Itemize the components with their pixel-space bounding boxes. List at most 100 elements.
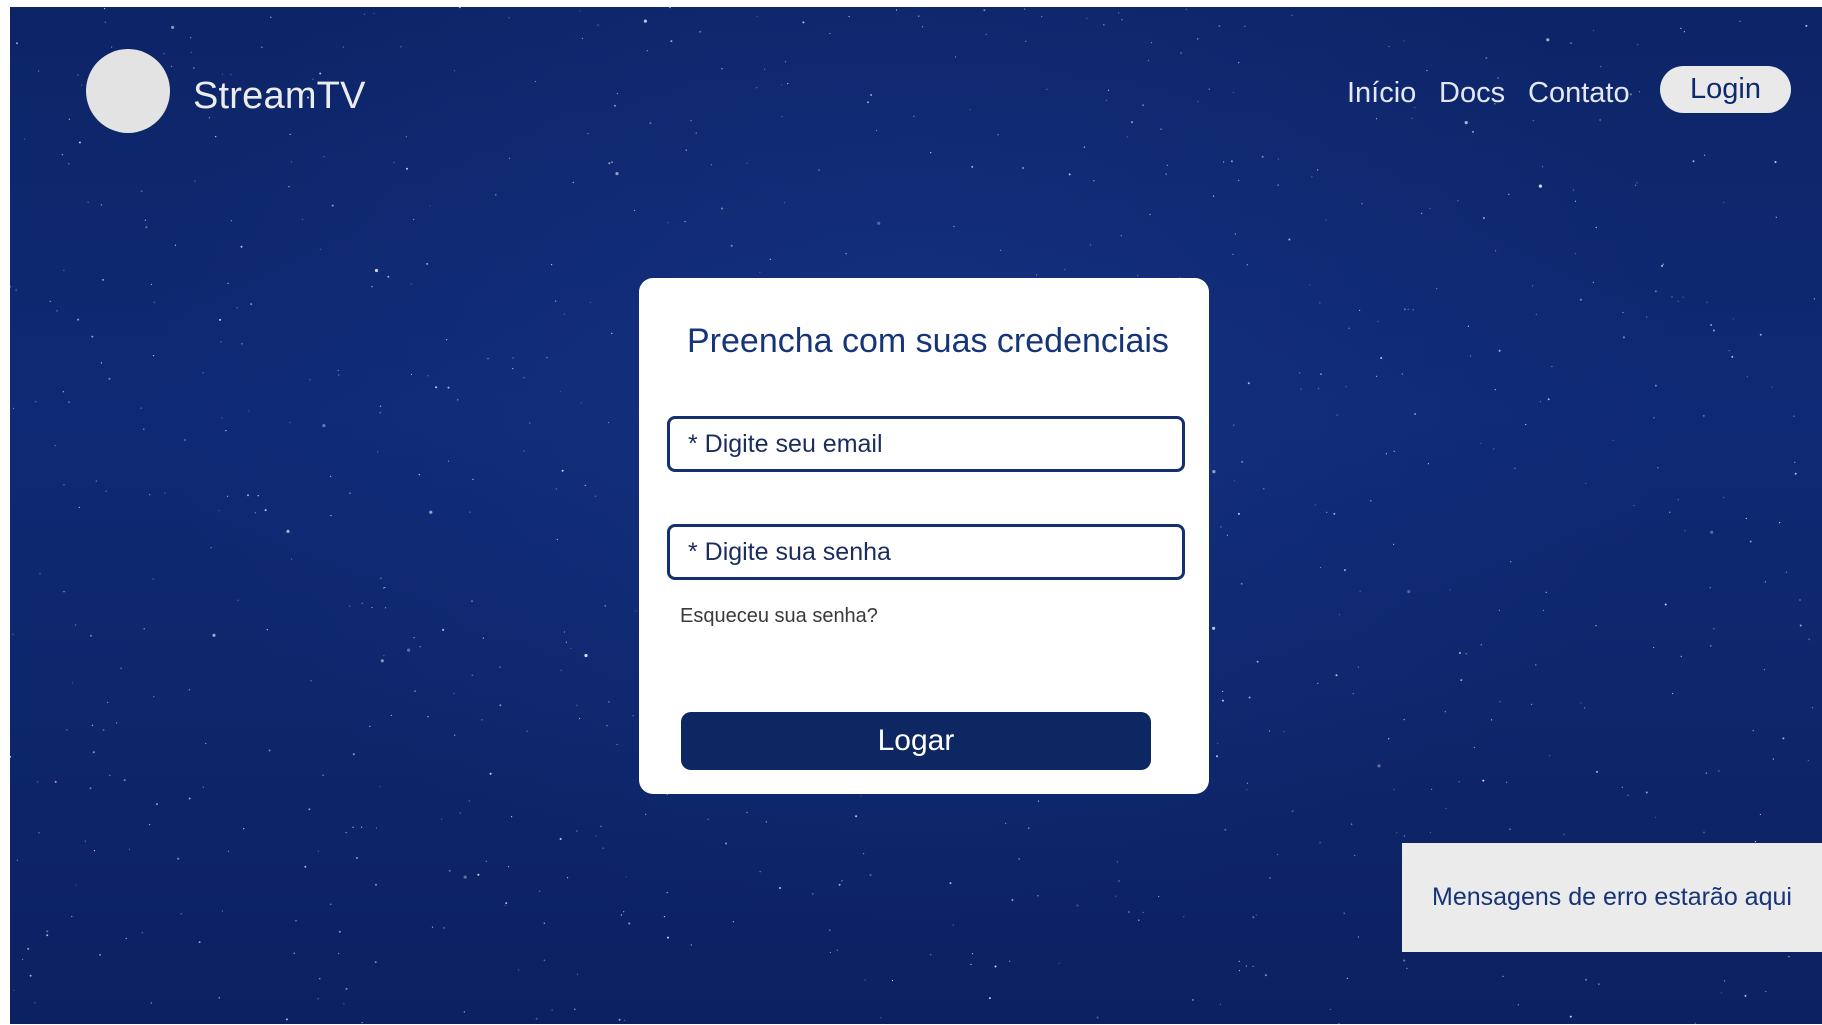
star-dot: [472, 478, 474, 480]
star-dot: [602, 847, 604, 849]
star-dot: [290, 161, 292, 163]
star-dot: [1493, 448, 1495, 450]
star-dot: [667, 936, 669, 939]
star-dot: [512, 357, 514, 359]
star-dot: [495, 194, 497, 196]
submit-login-button[interactable]: Logar: [681, 712, 1151, 770]
star-dot: [1385, 453, 1387, 455]
star-dot: [342, 46, 344, 48]
star-dot: [1407, 590, 1411, 594]
star-dot: [105, 490, 107, 492]
star-dot: [188, 689, 190, 691]
star-dot: [1121, 19, 1123, 21]
star-dot: [1380, 357, 1383, 359]
star-dot: [623, 1019, 626, 1021]
star-dot: [1277, 184, 1280, 187]
star-dot: [93, 850, 96, 852]
star-dot: [845, 253, 847, 255]
star-dot: [330, 903, 332, 905]
logo-icon[interactable]: [86, 49, 170, 133]
star-dot: [150, 283, 153, 285]
login-button[interactable]: Login: [1660, 66, 1791, 113]
star-dot: [383, 655, 385, 657]
star-dot: [140, 407, 142, 409]
star-dot: [769, 258, 771, 260]
star-dot: [1216, 755, 1218, 758]
star-dot: [1403, 835, 1405, 837]
star-dot: [322, 774, 324, 776]
email-field[interactable]: [667, 416, 1185, 472]
star-dot: [84, 840, 86, 842]
star-dot: [499, 666, 501, 668]
forgot-password-link[interactable]: Esqueceu sua senha?: [680, 605, 878, 628]
star-dot: [375, 827, 377, 829]
star-dot: [1723, 496, 1725, 498]
star-dot: [1569, 1015, 1572, 1018]
star-dot: [140, 190, 143, 193]
star-dot: [1794, 472, 1797, 475]
star-dot: [1724, 980, 1726, 982]
star-dot: [1018, 857, 1021, 860]
star-dot: [523, 377, 525, 379]
star-dot: [1131, 121, 1133, 124]
star-dot: [1212, 470, 1216, 474]
star-dot: [34, 1002, 36, 1004]
star-dot: [1574, 200, 1577, 202]
star-dot: [922, 26, 924, 28]
star-dot: [1064, 269, 1066, 271]
star-dot: [1595, 226, 1597, 229]
star-dot: [1579, 298, 1582, 301]
star-dot: [343, 1003, 345, 1005]
star-dot: [561, 469, 564, 472]
star-dot: [1246, 782, 1248, 784]
star-dot: [699, 30, 702, 33]
star-dot: [1406, 967, 1408, 969]
nav-link-docs[interactable]: Docs: [1439, 77, 1505, 110]
star-dot: [1427, 463, 1429, 465]
nav-link-inicio[interactable]: Início: [1347, 77, 1416, 110]
star-dot: [1677, 300, 1679, 302]
star-dot: [1241, 460, 1244, 463]
star-dot: [379, 577, 382, 580]
star-dot: [1517, 1004, 1519, 1006]
star-dot: [1807, 759, 1809, 762]
star-dot: [512, 367, 514, 370]
star-dot: [331, 204, 334, 207]
star-dot: [1255, 914, 1257, 916]
login-card: Preencha com suas credenciais Esqueceu s…: [639, 278, 1209, 794]
star-dot: [1237, 512, 1240, 515]
star-dot: [1183, 916, 1185, 918]
star-dot: [1444, 711, 1446, 713]
password-field[interactable]: [667, 524, 1185, 580]
star-dot: [1076, 904, 1079, 907]
star-dot: [227, 495, 229, 497]
star-dot: [1473, 746, 1475, 749]
brand-name[interactable]: StreamTV: [193, 75, 366, 118]
star-dot: [1230, 160, 1233, 163]
star-dot: [227, 850, 230, 853]
star-dot: [1460, 679, 1463, 682]
star-dot: [891, 979, 894, 982]
star-dot: [310, 680, 312, 682]
star-dot: [1370, 500, 1372, 502]
star-dot: [616, 743, 618, 746]
star-dot: [349, 605, 351, 607]
star-dot: [1702, 414, 1705, 417]
star-dot: [1412, 309, 1414, 311]
star-dot: [481, 719, 483, 721]
star-dot: [615, 172, 619, 176]
star-dot: [1388, 45, 1390, 48]
star-dot: [1375, 118, 1378, 120]
star-dot: [393, 161, 395, 164]
star-dot: [864, 979, 866, 981]
star-dot: [390, 714, 392, 717]
star-dot: [1469, 355, 1472, 357]
star-dot: [190, 37, 192, 39]
nav-link-contato[interactable]: Contato: [1528, 77, 1630, 110]
star-dot: [1354, 854, 1356, 857]
star-dot: [1220, 526, 1222, 528]
star-dot: [1584, 707, 1586, 709]
star-dot: [611, 332, 613, 334]
star-dot: [1449, 589, 1451, 591]
star-dot: [16, 859, 18, 861]
